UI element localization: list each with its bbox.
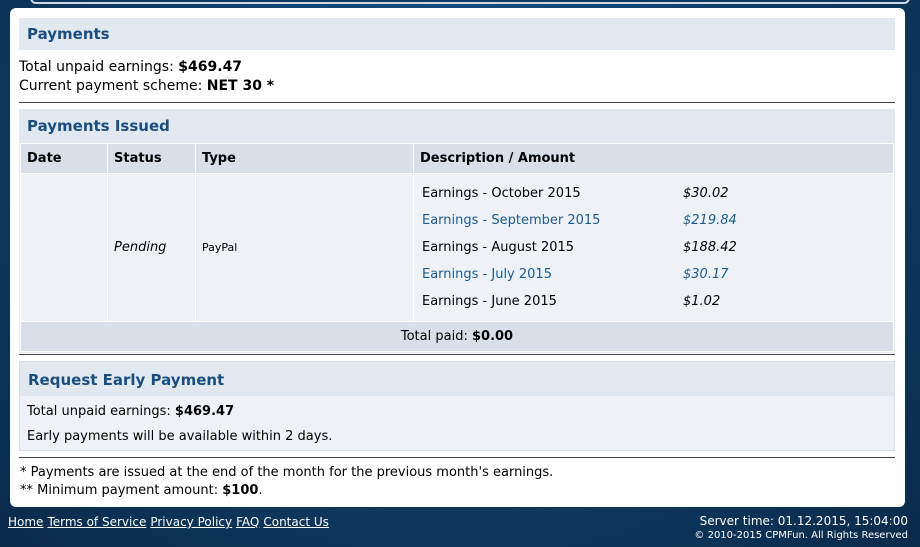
col-type: Type xyxy=(195,143,414,174)
divider xyxy=(19,354,895,355)
earning-name: Earnings - July 2015 xyxy=(422,267,552,282)
content-panel: Payments Total unpaid earnings: $469.47 … xyxy=(10,8,905,507)
scheme-label: Current payment scheme: xyxy=(19,78,203,94)
total-cell: Total paid: $0.00 xyxy=(20,321,894,352)
unpaid-label: Total unpaid earnings: xyxy=(19,59,174,75)
earning-item: Earnings - August 2015 $188.42 xyxy=(422,234,893,261)
payments-table: Date Status Type Description / Amount Pe… xyxy=(20,143,894,352)
scheme-line: Current payment scheme: NET 30 * xyxy=(19,78,274,94)
copyright: © 2010-2015 CPMFun. All Rights Reserved xyxy=(694,530,908,541)
earning-amount: $219.84 xyxy=(683,213,737,228)
total-value: $0.00 xyxy=(471,329,514,344)
early-unpaid-line: Total unpaid earnings: $469.47 xyxy=(27,404,234,419)
payments-issued-section: Payments Issued Date Status Type Descrip… xyxy=(19,109,895,353)
earning-item: Earnings - October 2015 $30.02 xyxy=(422,180,893,207)
row-type: PayPal xyxy=(195,173,414,322)
server-time: Server time: 01.12.2015, 15:04:00 xyxy=(699,514,908,528)
earning-amount: $1.02 xyxy=(683,294,721,309)
top-bar xyxy=(30,0,910,4)
total-row: Total paid: $0.00 xyxy=(20,321,894,352)
earning-item: Earnings - July 2015 $30.17 xyxy=(422,261,893,288)
footnote-1: * Payments are issued at the end of the … xyxy=(20,465,554,480)
early-payment-section: Request Early Payment Total unpaid earni… xyxy=(19,361,895,451)
payments-issued-title: Payments Issued xyxy=(19,109,895,143)
unpaid-line: Total unpaid earnings: $469.47 xyxy=(19,59,242,75)
early-unpaid-label: Total unpaid earnings: xyxy=(27,404,171,419)
divider xyxy=(19,102,895,103)
payments-section: Payments xyxy=(19,18,895,50)
link-privacy[interactable]: Privacy Policy xyxy=(150,515,232,529)
payments-title: Payments xyxy=(19,18,895,50)
unpaid-value: $469.47 xyxy=(178,59,243,75)
earning-item: Earnings - June 2015 $1.02 xyxy=(422,288,893,315)
link-faq[interactable]: FAQ xyxy=(236,515,259,529)
footnote-2: ** Minimum payment amount: $100. xyxy=(20,483,263,498)
divider xyxy=(19,457,895,458)
earning-name: Earnings - August 2015 xyxy=(422,240,575,255)
early-note: Early payments will be available within … xyxy=(27,429,333,444)
footer-links: Home Terms of Service Privacy Policy FAQ Con… xyxy=(8,515,333,529)
table-row: Pending PayPal Earnings - October 2015 $3… xyxy=(20,173,894,322)
early-unpaid-value: $469.47 xyxy=(174,404,235,419)
early-payment-title: Request Early Payment xyxy=(20,362,894,396)
min-payment-label: ** Minimum payment amount: xyxy=(20,483,219,498)
earning-item: Earnings - September 2015 $219.84 xyxy=(422,207,893,234)
link-terms[interactable]: Terms of Service xyxy=(47,515,146,529)
earning-amount: $188.42 xyxy=(683,240,737,255)
earning-name: Earnings - October 2015 xyxy=(422,186,581,201)
row-date xyxy=(20,173,108,322)
min-payment-value: $100 xyxy=(222,483,259,498)
link-home[interactable]: Home xyxy=(8,515,43,529)
earning-amount: $30.02 xyxy=(683,186,729,201)
earning-name: Earnings - June 2015 xyxy=(422,294,557,309)
scheme-value: NET 30 * xyxy=(206,78,275,94)
link-contact[interactable]: Contact Us xyxy=(263,515,329,529)
col-status: Status xyxy=(107,143,196,174)
row-description: Earnings - October 2015 $30.02 Earnings -… xyxy=(413,173,894,322)
total-label: Total paid: xyxy=(400,329,468,344)
table-header: Date Status Type Description / Amount xyxy=(20,143,894,174)
earning-amount: $30.17 xyxy=(683,267,729,282)
row-status: Pending xyxy=(107,173,196,322)
period: . xyxy=(258,483,263,498)
earning-name: Earnings - September 2015 xyxy=(422,213,601,228)
col-description: Description / Amount xyxy=(413,143,894,174)
col-date: Date xyxy=(20,143,108,174)
